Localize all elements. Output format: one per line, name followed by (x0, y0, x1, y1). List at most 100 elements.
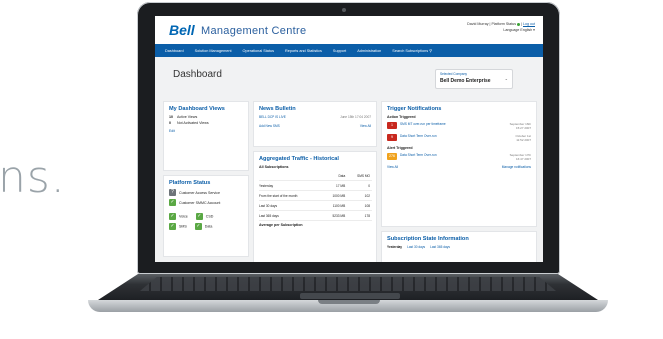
check-icon: ✓ (195, 213, 203, 220)
active-label: Active Views (177, 115, 198, 119)
service-voice: ✓ Voice (169, 213, 188, 220)
active-count: 10 (169, 115, 173, 119)
platform-status-link[interactable]: Platform Status (491, 22, 516, 26)
trigger-links: View All Manage notifications (387, 165, 531, 169)
trigger-view-all-link[interactable]: View All (387, 165, 398, 169)
main-nav: Dashboard Solution Management Operationa… (155, 44, 543, 57)
inactive-count: 0 (169, 121, 171, 125)
table-cell: 1000 MB (322, 190, 348, 201)
nav-item-operational-status[interactable]: Operational Status (243, 49, 274, 53)
news-bulletin-title: News Bulletin (259, 106, 296, 112)
nav-item-search-subscriptions[interactable]: Search Subscriptions ⚲ (392, 48, 432, 53)
trackpad (300, 293, 400, 299)
traffic-subtitle: All Subscriptions (259, 165, 289, 169)
table-cell: 108 (347, 200, 372, 211)
nav-item-support[interactable]: Support (333, 49, 346, 53)
views-row-active[interactable]: 10 Active Views (169, 115, 243, 119)
nav-item-dashboard[interactable]: Dashboard (165, 49, 184, 53)
services-row-2: ✓ SMS ✓ Data (169, 223, 243, 230)
company-select[interactable]: Selected Company Bell Demo Enterprise ⌄ (435, 69, 513, 89)
csd-label: CSD (205, 214, 214, 219)
check-icon: ✓ (169, 213, 176, 220)
laptop-notch (318, 300, 380, 304)
count-badge: 276 (387, 153, 397, 160)
table-row: Last 30 days 1100 MB 108 (259, 200, 372, 211)
inactive-label: Not Activated Views (177, 121, 209, 125)
table-header-row: Data SMS MO (259, 171, 372, 181)
table-cell: 102 (347, 190, 372, 201)
count-badge: 1 (387, 122, 397, 129)
data-label: Data (204, 224, 213, 229)
count-badge: 9 (387, 134, 397, 141)
trigger-date: October 1st 11:52 2007 (515, 134, 531, 142)
nav-item-reports[interactable]: Reports and Statistics (285, 49, 322, 53)
keyboard (140, 277, 556, 291)
check-icon: ✓ (169, 223, 176, 230)
trigger-date: September 17th 16:47 2007 (509, 153, 531, 161)
alert-triggered-heading: Alert Triggered (387, 146, 413, 150)
check-icon: ✓ (169, 199, 176, 206)
add-news-link[interactable]: Add New SMS (259, 124, 280, 128)
traffic-title: Aggregated Traffic - Historical (259, 156, 339, 162)
app-title: Management Centre (201, 25, 307, 37)
platform-status-title: Platform Status (169, 180, 211, 186)
user-name: David Murray (467, 22, 489, 26)
table-cell: 178 (347, 210, 372, 221)
services-row-1: ✓ Voice ✓ CSD (169, 213, 243, 220)
dashboard-main: Dashboard Selected Company Bell Demo Ent… (155, 57, 543, 262)
camera-icon (342, 8, 346, 12)
access-service-label: Customer Access Service (179, 190, 220, 195)
edit-views-link[interactable]: Edit (169, 129, 243, 133)
nav-item-administration[interactable]: Administration (357, 49, 381, 53)
status-icon: ? (169, 189, 176, 196)
company-label: Selected Company (440, 72, 467, 76)
traffic-table: Data SMS MO Yesterday 17 MB 0 From the star… (259, 171, 372, 221)
app-header: Bell Management Centre David Murray | Pl… (155, 16, 543, 44)
table-cell: Last 30 days (259, 200, 323, 211)
table-header (259, 171, 323, 181)
subscription-state-links: Yesterday Last 30 days Last 365 days (387, 245, 531, 249)
table-cell: 17 MB (322, 180, 348, 191)
bell-logo[interactable]: Bell (169, 22, 195, 38)
subscription-state-title: Subscription State Information (387, 236, 469, 242)
ss-link-365-days[interactable]: Last 365 days (430, 245, 450, 249)
trigger-item[interactable]: 276 Data Short Term Over-run September 1… (387, 153, 531, 161)
views-row-inactive[interactable]: 0 Not Activated Views (169, 121, 243, 125)
nav-item-solution-management[interactable]: Solution Management (195, 49, 232, 53)
manage-notifications-link[interactable]: Manage notifications (502, 165, 531, 169)
news-bulletin-panel: News Bulletin BELL DCP IS LIVE June 15th … (253, 101, 377, 147)
chevron-down-icon: ⌄ (504, 76, 508, 81)
table-cell: Last 365 days (259, 210, 323, 221)
table-row: From the start of the month 1000 MB 102 (259, 190, 372, 201)
trigger-text: Data Short Term Over-run (400, 153, 437, 157)
table-row: Last 365 days 5233 MB 178 (259, 210, 372, 221)
trigger-title: Trigger Notifications (387, 106, 442, 112)
status-row-access: ? Customer Access Service (169, 189, 243, 196)
table-cell: 1100 MB (322, 200, 348, 211)
service-csd: ✓ CSD (195, 213, 214, 220)
logout-link[interactable]: Log out (523, 22, 535, 26)
laptop-screen: Bell Management Centre David Murray | Pl… (155, 16, 543, 262)
language-select[interactable]: English (520, 28, 532, 32)
status-row-account: ✓ Customer SMMC Account (169, 199, 243, 206)
service-sms: ✓ SMS (169, 223, 187, 230)
dashboard-views-title: My Dashboard Views (169, 106, 225, 112)
news-view-all-link[interactable]: View All (360, 124, 371, 128)
company-value: Bell Demo Enterprise (440, 78, 491, 84)
trigger-item[interactable]: 9 Data Short Term Over-run October 1st 1… (387, 134, 531, 142)
user-info: David Murray | Platform Status | Log out… (467, 22, 535, 32)
smmc-account-label: Customer SMMC Account (179, 200, 221, 205)
page-title: Dashboard (173, 69, 222, 80)
ss-link-30-days[interactable]: Last 30 days (407, 245, 425, 249)
search-subscriptions-label: Search Subscriptions (392, 49, 429, 53)
dashboard-views-panel: My Dashboard Views 10 Active Views 0 Not A… (163, 101, 249, 171)
trigger-item[interactable]: 1 SMS MT over-run per timeframe Septembe… (387, 122, 531, 130)
news-links: Add New SMS View All (259, 124, 371, 128)
table-cell: 5233 MB (322, 210, 348, 221)
ss-link-yesterday[interactable]: Yesterday (387, 245, 402, 249)
action-triggered-heading: Action Triggered (387, 115, 416, 119)
news-item[interactable]: BELL DCP IS LIVE June 15th 17:04 2007 (259, 115, 371, 119)
sms-label: SMS (179, 224, 187, 229)
table-row: Yesterday 17 MB 0 (259, 180, 372, 191)
traffic-average: Average per Subscription (259, 223, 303, 227)
